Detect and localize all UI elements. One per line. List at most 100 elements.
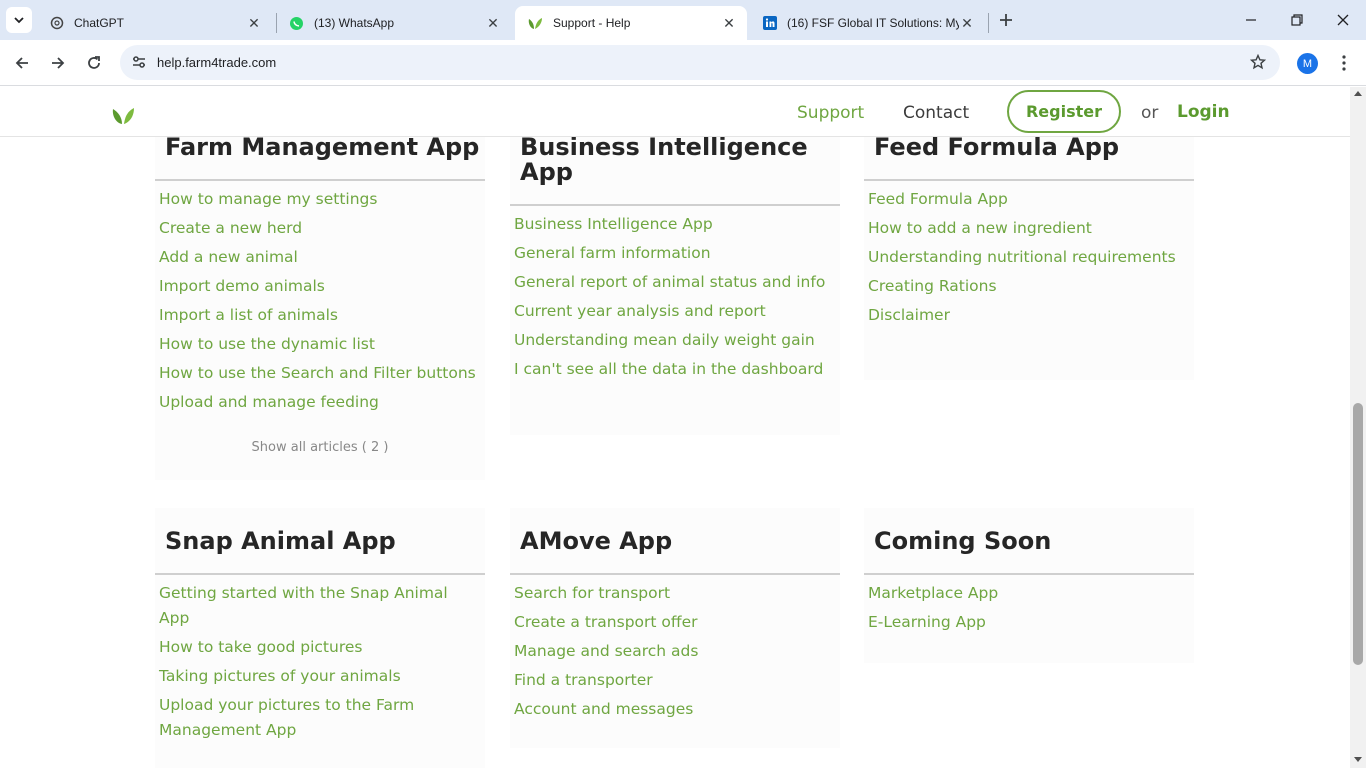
tab-support-help[interactable]: Support - Help ✕ — [515, 6, 747, 40]
scroll-down-arrow-icon[interactable] — [1354, 757, 1362, 762]
article-link[interactable]: Current year analysis and report — [514, 299, 836, 324]
tab-search-button[interactable] — [6, 7, 32, 33]
article-link[interactable]: How to use the Search and Filter buttons — [159, 361, 481, 386]
article-link[interactable]: General report of animal status and info — [514, 270, 836, 295]
category-card-feed-formula: Feed Formula App Feed Formula App How to… — [864, 120, 1194, 380]
category-card-coming-soon: Coming Soon Marketplace App E-Learning A… — [864, 508, 1194, 663]
article-link[interactable]: How to manage my settings — [159, 187, 481, 212]
divider — [510, 204, 840, 206]
new-tab-button[interactable] — [994, 8, 1018, 32]
article-list: Getting started with the Snap Animal App… — [159, 581, 481, 747]
nav-support[interactable]: Support — [797, 103, 864, 123]
scrollbar-thumb[interactable] — [1353, 403, 1363, 665]
article-link[interactable]: E-Learning App — [868, 610, 1190, 635]
show-all-articles-link[interactable]: Show all articles ( 2 ) — [155, 440, 485, 455]
scroll-up-arrow-icon[interactable] — [1354, 91, 1362, 96]
category-title: Business Intelligence App — [520, 133, 808, 186]
page-viewport: Support Contact Register or Login Farm M… — [0, 87, 1350, 768]
category-title: AMove App — [520, 527, 673, 555]
article-link[interactable]: Search for transport — [514, 581, 836, 606]
or-label: or — [1141, 103, 1159, 123]
tab-title: (13) WhatsApp — [314, 16, 395, 30]
category-title: Farm Management App — [165, 133, 480, 161]
category-card-snap-animal: Snap Animal App Getting started with the… — [155, 508, 485, 768]
article-link[interactable]: Account and messages — [514, 697, 836, 722]
article-link[interactable]: Creating Rations — [868, 274, 1190, 299]
whatsapp-icon — [290, 16, 303, 30]
article-link[interactable]: How to use the dynamic list — [159, 332, 481, 357]
restore-button[interactable] — [1274, 0, 1320, 40]
close-icon[interactable]: ✕ — [485, 15, 501, 31]
article-link[interactable]: Create a new herd — [159, 216, 481, 241]
article-link[interactable]: Feed Formula App — [868, 187, 1190, 212]
address-bar[interactable]: help.farm4trade.com — [120, 45, 1280, 80]
article-link[interactable]: Understanding mean daily weight gain — [514, 328, 836, 353]
reload-button[interactable] — [80, 49, 108, 77]
article-link[interactable]: Import a list of animals — [159, 303, 481, 328]
star-icon — [1250, 54, 1266, 70]
site-info-button[interactable] — [128, 51, 150, 73]
article-link[interactable]: Find a transporter — [514, 668, 836, 693]
divider — [155, 573, 485, 575]
register-button[interactable]: Register — [1007, 90, 1121, 133]
article-link[interactable]: Marketplace App — [868, 581, 1190, 606]
url-text[interactable]: help.farm4trade.com — [157, 55, 276, 70]
divider — [510, 573, 840, 575]
tab-whatsapp[interactable]: (13) WhatsApp ✕ — [277, 6, 511, 40]
nav-contact[interactable]: Contact — [903, 103, 969, 123]
tab-title: (16) FSF Global IT Solutions: My — [787, 16, 959, 30]
arrow-left-icon — [15, 57, 28, 69]
tab-title: ChatGPT — [74, 16, 125, 30]
login-button[interactable]: Login — [1177, 102, 1230, 122]
article-link[interactable]: How to add a new ingredient — [868, 216, 1190, 241]
article-link[interactable]: How to take good pictures — [159, 635, 481, 660]
page-scrollbar[interactable] — [1350, 87, 1366, 768]
close-icon[interactable]: ✕ — [721, 15, 737, 31]
divider — [864, 179, 1194, 181]
article-link[interactable]: Taking pictures of your animals — [159, 664, 481, 689]
article-link[interactable]: Business Intelligence App — [514, 212, 836, 237]
tab-linkedin[interactable]: (16) FSF Global IT Solutions: My ✕ — [751, 6, 985, 40]
back-button[interactable] — [8, 49, 36, 77]
close-window-button[interactable] — [1320, 0, 1366, 40]
farm4trade-logo[interactable] — [111, 105, 135, 125]
minimize-icon — [1246, 19, 1256, 21]
article-link[interactable]: Disclaimer — [868, 303, 1190, 328]
close-icon — [1337, 14, 1349, 26]
category-card-amove: AMove App Search for transport Create a … — [510, 508, 840, 748]
close-icon[interactable]: ✕ — [246, 15, 262, 31]
article-list: Marketplace App E-Learning App — [868, 581, 1190, 639]
minimize-button[interactable] — [1228, 0, 1274, 40]
forward-button[interactable] — [44, 49, 72, 77]
article-list: Business Intelligence App General farm i… — [514, 212, 836, 386]
article-link[interactable]: I can't see all the data in the dashboar… — [514, 357, 836, 382]
article-link[interactable]: Create a transport offer — [514, 610, 836, 635]
bookmark-button[interactable] — [1248, 52, 1268, 72]
article-link[interactable]: Getting started with the Snap Animal App — [159, 581, 481, 631]
category-card-farm-management: Farm Management App How to manage my set… — [155, 120, 485, 480]
category-title: Snap Animal App — [165, 527, 396, 555]
leaf-icon — [528, 18, 542, 29]
profile-avatar[interactable]: M — [1297, 53, 1318, 74]
article-link[interactable]: Upload your pictures to the Farm Managem… — [159, 693, 481, 743]
article-link[interactable]: Understanding nutritional requirements — [868, 245, 1190, 270]
chatgpt-icon — [50, 16, 64, 30]
article-link[interactable]: General farm information — [514, 241, 836, 266]
article-list: Search for transport Create a transport … — [514, 581, 836, 726]
article-link[interactable]: Manage and search ads — [514, 639, 836, 664]
divider — [864, 573, 1194, 575]
article-link[interactable]: Add a new animal — [159, 245, 481, 270]
close-icon[interactable]: ✕ — [959, 15, 975, 31]
tab-title: Support - Help — [553, 16, 631, 30]
article-link[interactable]: Import demo animals — [159, 274, 481, 299]
browser-menu-button[interactable] — [1334, 52, 1354, 74]
restore-icon — [1291, 14, 1303, 26]
browser-toolbar: help.farm4trade.com — [0, 40, 1366, 86]
plus-icon — [1000, 14, 1012, 26]
more-vert-icon — [1342, 55, 1346, 71]
browser-tab-bar: ChatGPT ✕ (13) WhatsApp ✕ Support - Help… — [0, 0, 1366, 40]
tab-chatgpt[interactable]: ChatGPT ✕ — [38, 6, 272, 40]
article-list: Feed Formula App How to add a new ingred… — [868, 187, 1190, 332]
article-link[interactable]: Upload and manage feeding — [159, 390, 481, 415]
divider — [155, 179, 485, 181]
